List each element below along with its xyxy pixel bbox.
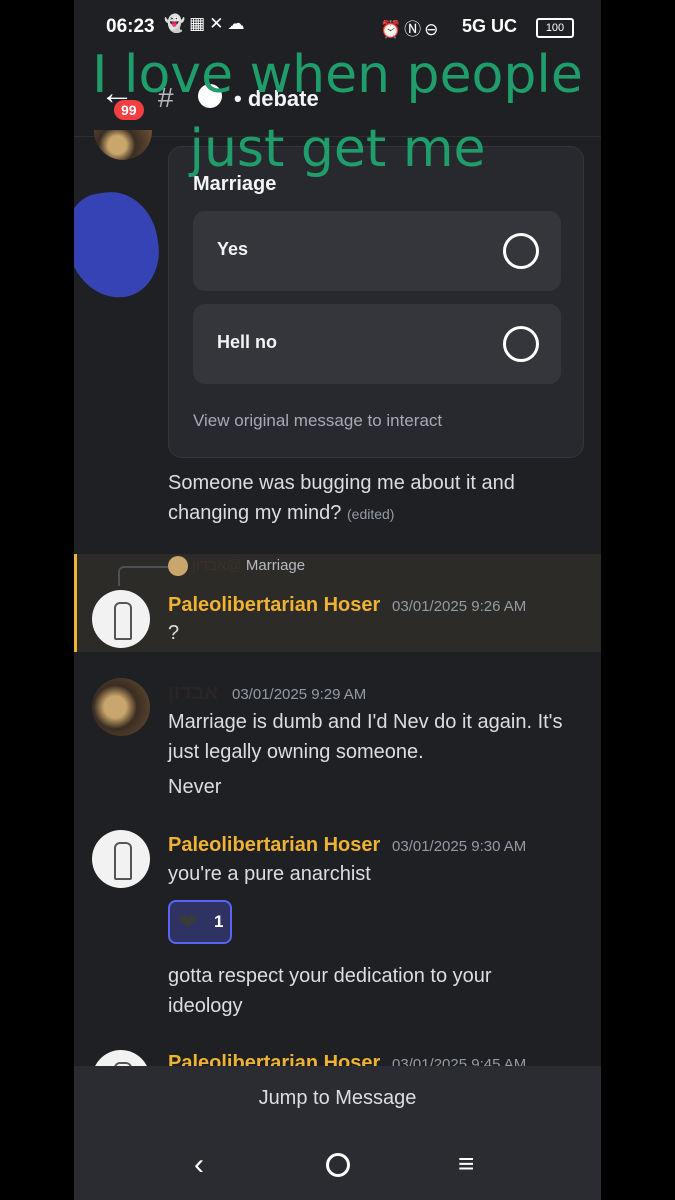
reaction-count: 1 bbox=[214, 912, 224, 931]
reply-connector bbox=[118, 566, 170, 586]
message-text: Marriage is dumb and I'd Nev do it again… bbox=[168, 711, 563, 763]
view-original-link[interactable]: View original message to interact bbox=[193, 411, 442, 431]
system-icons: ⏰Ⓝ⊖ bbox=[380, 20, 442, 39]
poll-card: Marriage Yes Hell no View original messa… bbox=[168, 146, 584, 458]
nav-recents-icon[interactable]: ≡ bbox=[458, 1148, 474, 1180]
avatar[interactable] bbox=[92, 590, 150, 648]
notification-icons: 👻▦✕☁ bbox=[164, 14, 249, 33]
avatar[interactable] bbox=[92, 678, 150, 736]
reaction-chip[interactable]: ❤ 1 bbox=[168, 900, 232, 944]
username[interactable]: אבדון bbox=[168, 682, 218, 705]
status-time: 06:23 bbox=[106, 16, 155, 37]
battery-icon: 100 bbox=[536, 18, 574, 38]
poll-option-label: Yes bbox=[217, 239, 249, 259]
poll-option-yes[interactable]: Yes bbox=[193, 211, 561, 291]
message-text: gotta respect your dedication to your id… bbox=[168, 965, 492, 1017]
reply-preview[interactable]: אבדון@ Marriage bbox=[168, 556, 305, 576]
username[interactable]: Paleolibertarian Hoser bbox=[168, 1052, 380, 1066]
network-label: 5G UC bbox=[462, 16, 518, 36]
timestamp: 03/01/2025 9:29 AM bbox=[232, 686, 367, 703]
username[interactable]: Paleolibertarian Hoser bbox=[168, 834, 380, 857]
username[interactable]: Paleolibertarian Hoser bbox=[168, 594, 380, 617]
reply-username: אבדון@ bbox=[192, 556, 242, 574]
timestamp: 03/01/2025 9:26 AM bbox=[392, 598, 527, 615]
message-text: Never bbox=[168, 776, 222, 798]
reply-avatar bbox=[168, 556, 188, 576]
edited-tag: (edited) bbox=[347, 506, 395, 522]
avatar[interactable] bbox=[92, 830, 150, 888]
reply-text: Marriage bbox=[245, 556, 306, 574]
heart-icon: ❤ bbox=[178, 909, 199, 936]
partial-message: Paleolibertarian Hoser 03/01/2025 9:45 A… bbox=[74, 1040, 601, 1066]
avatar[interactable] bbox=[92, 1050, 150, 1066]
jump-to-message-button[interactable]: Jump to Message bbox=[74, 1066, 601, 1130]
nav-home-icon[interactable] bbox=[326, 1153, 350, 1177]
nav-back-icon[interactable]: ‹ bbox=[194, 1148, 204, 1182]
scribble-redaction bbox=[74, 186, 165, 304]
radio-circle-icon[interactable] bbox=[503, 233, 539, 269]
timestamp: 03/01/2025 9:45 AM bbox=[392, 1056, 527, 1066]
radio-circle-icon[interactable] bbox=[503, 326, 539, 362]
poll-option-hell-no[interactable]: Hell no bbox=[193, 304, 561, 384]
message-text: ? bbox=[168, 622, 180, 644]
message-text: Someone was bugging me about it and chan… bbox=[168, 472, 515, 524]
message-text: you're a pure anarchist bbox=[168, 863, 371, 885]
system-nav-bar: ‹ ≡ bbox=[74, 1130, 601, 1200]
poll-option-label: Hell no bbox=[217, 332, 278, 352]
timestamp: 03/01/2025 9:30 AM bbox=[392, 838, 527, 855]
overlay-caption: I love when people just get me bbox=[92, 45, 583, 179]
